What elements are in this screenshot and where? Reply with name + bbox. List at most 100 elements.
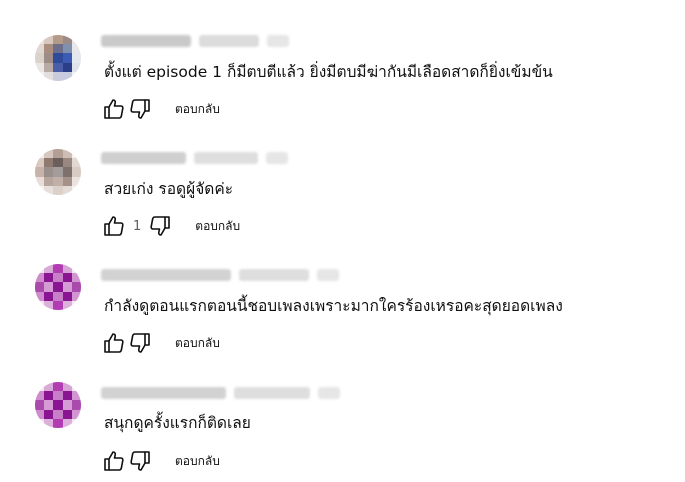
avatar-pixel: [53, 300, 63, 310]
comment-author-blurred[interactable]: [101, 386, 340, 400]
avatar-pixel: [62, 418, 72, 428]
comment-author-blurred[interactable]: [101, 34, 289, 48]
dislike-button[interactable]: [127, 448, 153, 474]
avatar-pixel: [62, 282, 72, 292]
comment-item: ตั้งแต่ episode 1 ก็มีตบตีแล้ว ยิ่งมีตบม…: [0, 0, 685, 119]
avatar-pixel: [71, 282, 81, 292]
comment-item: กำลังดูตอนแรกตอนนี้ชอบเพลงเพราะมากใครร้อ…: [0, 233, 685, 353]
avatar-pixel: [44, 53, 54, 63]
avatar-pixel: [35, 71, 45, 81]
comment-author-blurred[interactable]: [101, 151, 288, 165]
avatar-pixel: [44, 44, 54, 54]
avatar-pixel: [62, 149, 72, 159]
comment-text: ตั้งแต่ episode 1 ก็มีตบตีแล้ว ยิ่งมีตบม…: [104, 63, 553, 81]
avatar-pixel: [35, 176, 45, 186]
avatar-pixel: [35, 418, 45, 428]
avatar-pixel: [53, 53, 63, 63]
avatar-pixel: [53, 391, 63, 401]
reply-button[interactable]: ตอบกลับ: [175, 452, 220, 471]
avatar-pixel: [35, 400, 45, 410]
comment-author-blurred[interactable]: [101, 268, 339, 282]
avatar-pixel: [62, 391, 72, 401]
avatar-pixel: [62, 409, 72, 419]
avatar-pixel: [44, 176, 54, 186]
avatar-pixel: [62, 35, 72, 45]
avatar-pixel: [44, 400, 54, 410]
avatar[interactable]: [35, 264, 81, 310]
avatar-pixel: [71, 391, 81, 401]
avatar-pixel: [35, 282, 45, 292]
avatar-pixel: [44, 167, 54, 177]
thumbs-up-icon: [104, 451, 124, 471]
avatar-pixel: [53, 418, 63, 428]
avatar-pixel: [71, 158, 81, 168]
avatar-pixel: [71, 149, 81, 159]
avatar-pixel: [53, 176, 63, 186]
avatar-pixel: [44, 62, 54, 72]
avatar-pixel: [44, 282, 54, 292]
avatar-pixel: [53, 44, 63, 54]
avatar-pixel: [35, 44, 45, 54]
avatar-pixel: [71, 71, 81, 81]
avatar-pixel: [71, 400, 81, 410]
avatar-pixel: [44, 291, 54, 301]
avatar-pixel: [53, 264, 63, 274]
avatar-pixel: [71, 185, 81, 195]
avatar-pixel: [71, 418, 81, 428]
avatar-pixel: [62, 382, 72, 392]
avatar-pixel: [62, 71, 72, 81]
avatar[interactable]: [35, 35, 81, 81]
avatar-pixel: [44, 158, 54, 168]
avatar-pixel: [44, 71, 54, 81]
avatar-pixel: [62, 264, 72, 274]
avatar-pixel: [71, 53, 81, 63]
comment-text: สนุกดูครั้งแรกก็ติดเลย: [104, 414, 251, 432]
avatar-pixel: [44, 391, 54, 401]
avatar-pixel: [44, 273, 54, 283]
avatar-pixel: [53, 273, 63, 283]
avatar-pixel: [53, 282, 63, 292]
avatar-pixel: [71, 264, 81, 274]
avatar-pixel: [44, 300, 54, 310]
avatar-pixel: [71, 409, 81, 419]
avatar-pixel: [35, 300, 45, 310]
avatar-pixel: [44, 35, 54, 45]
avatar-pixel: [44, 185, 54, 195]
avatar-pixel: [71, 300, 81, 310]
avatar[interactable]: [35, 382, 81, 428]
avatar-pixel: [53, 409, 63, 419]
comment-text: สวยเก่ง รอดูผู้จัดค่ะ: [104, 180, 234, 198]
avatar[interactable]: [35, 149, 81, 195]
avatar-pixel: [53, 71, 63, 81]
avatar-pixel: [71, 382, 81, 392]
avatar-pixel: [35, 382, 45, 392]
avatar-pixel: [35, 273, 45, 283]
avatar-pixel: [53, 35, 63, 45]
avatar-pixel: [44, 382, 54, 392]
avatar-pixel: [62, 400, 72, 410]
avatar-pixel: [53, 400, 63, 410]
avatar-pixel: [62, 176, 72, 186]
avatar-pixel: [44, 409, 54, 419]
avatar-pixel: [71, 273, 81, 283]
avatar-pixel: [53, 382, 63, 392]
avatar-pixel: [35, 149, 45, 159]
avatar-pixel: [71, 176, 81, 186]
avatar-pixel: [71, 291, 81, 301]
avatar-pixel: [35, 158, 45, 168]
avatar-pixel: [35, 167, 45, 177]
avatar-pixel: [35, 62, 45, 72]
avatar-pixel: [35, 291, 45, 301]
comment-item: สนุกดูครั้งแรกก็ติดเลย ตอบกลับ: [0, 350, 685, 471]
avatar-pixel: [71, 35, 81, 45]
avatar-pixel: [35, 185, 45, 195]
avatar-pixel: [53, 158, 63, 168]
like-button[interactable]: [101, 448, 127, 474]
avatar-pixel: [71, 167, 81, 177]
avatar-pixel: [71, 44, 81, 54]
avatar-pixel: [62, 158, 72, 168]
avatar-pixel: [35, 53, 45, 63]
avatar-pixel: [44, 418, 54, 428]
avatar-pixel: [53, 185, 63, 195]
avatar-pixel: [53, 291, 63, 301]
